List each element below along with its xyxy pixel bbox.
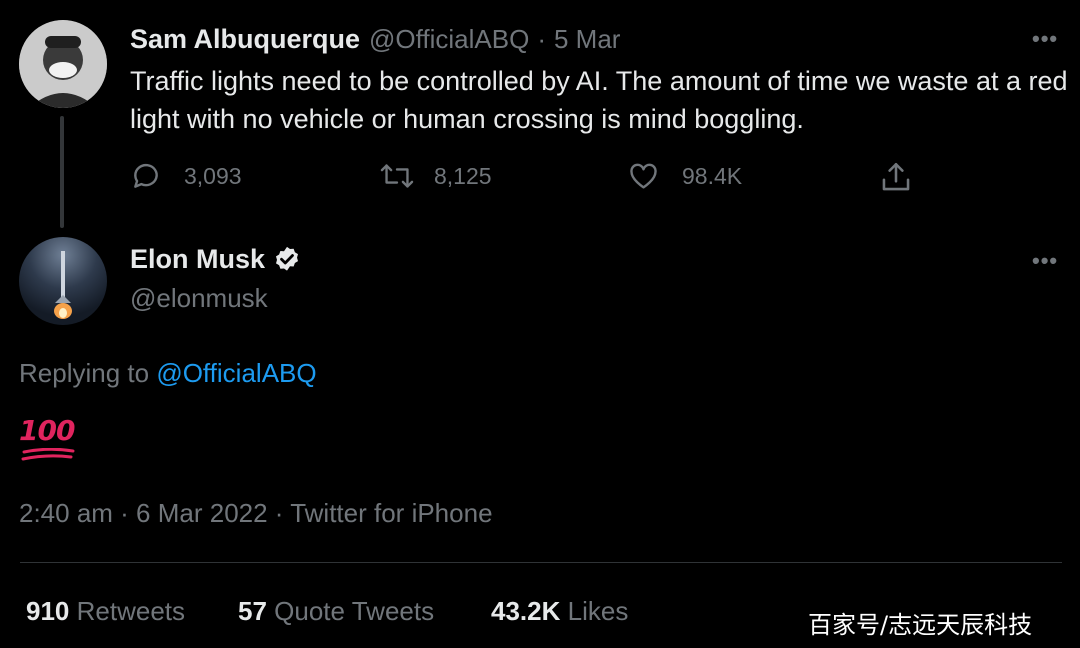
stats-divider	[20, 562, 1062, 563]
like-action[interactable]: 98.4K	[627, 160, 742, 192]
reply-count: 3,093	[184, 162, 242, 189]
quote-tweets-stat[interactable]: 57 Quote Tweets	[238, 596, 434, 627]
heart-icon	[630, 163, 657, 189]
quote-tweets-label: Quote Tweets	[274, 596, 435, 626]
reply-more-options-icon[interactable]: •••	[1032, 248, 1058, 274]
hundred-underline-icon	[21, 448, 75, 461]
retweets-label: Retweets	[76, 596, 186, 626]
elon-avatar[interactable]	[19, 237, 107, 325]
header-separator: ·	[537, 24, 546, 54]
share-icon	[882, 162, 910, 191]
replying-to-link[interactable]: @OfficialABQ	[156, 358, 316, 388]
replying-to-line: Replying to @OfficialABQ	[19, 358, 317, 389]
original-author-handle[interactable]: @OfficialABQ	[369, 24, 529, 55]
likes-label: Likes	[567, 596, 629, 626]
like-count: 98.4K	[682, 162, 743, 189]
reply-author-row: Elon Musk	[130, 244, 302, 275]
hundred-points-emoji: 100	[19, 414, 79, 464]
tweet-timestamp[interactable]: 2:40 am · 6 Mar 2022 · Twitter for iPhon…	[19, 498, 493, 529]
reply-author-name[interactable]: Elon Musk	[130, 244, 265, 275]
reply-author-handle[interactable]: @elonmusk	[130, 283, 268, 314]
retweets-stat[interactable]: 910 Retweets	[26, 596, 185, 627]
original-tweet-header: Sam Albuquerque @OfficialABQ · 5 Mar	[130, 24, 620, 55]
watermark-text: 百家号/志远天辰科技	[808, 611, 1033, 639]
thread-connector-line	[60, 116, 64, 228]
original-author-name[interactable]: Sam Albuquerque	[130, 24, 360, 55]
reply-action[interactable]: 3,093	[130, 160, 242, 192]
retweet-count: 8,125	[434, 162, 492, 189]
likes-stat[interactable]: 43.2K Likes	[491, 596, 628, 627]
sam-avatar[interactable]	[19, 20, 107, 108]
retweets-count: 910	[26, 596, 70, 626]
original-tweet-date[interactable]: 5 Mar	[554, 24, 620, 55]
retweet-action[interactable]: 8,125	[380, 160, 492, 192]
verified-badge-icon	[276, 246, 299, 271]
share-action[interactable]	[879, 160, 935, 194]
more-options-icon[interactable]: •••	[1032, 26, 1058, 52]
likes-count: 43.2K	[491, 596, 561, 626]
replying-to-label: Replying to	[19, 358, 150, 388]
retweet-icon	[380, 164, 414, 188]
original-tweet-text: Traffic lights need to be controlled by …	[130, 66, 1068, 134]
quote-tweets-count: 57	[238, 596, 267, 626]
reply-icon	[134, 163, 158, 188]
hundred-emoji-text: 100	[19, 414, 75, 447]
